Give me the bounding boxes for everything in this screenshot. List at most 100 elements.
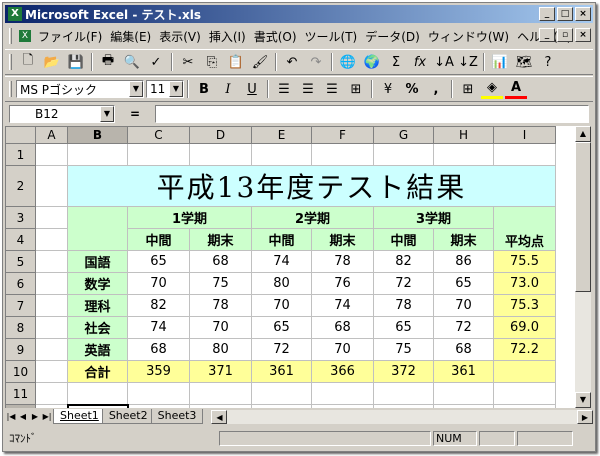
col-header-b[interactable]: B bbox=[67, 126, 128, 144]
scroll-right-icon[interactable]: ▶ bbox=[577, 409, 593, 424]
score-cell[interactable]: 70 bbox=[127, 272, 190, 295]
total-cell[interactable]: 372 bbox=[373, 360, 434, 383]
row-header[interactable]: 3 bbox=[5, 206, 36, 229]
tab-sheet1[interactable]: Sheet1 bbox=[53, 409, 106, 424]
score-cell[interactable]: 68 bbox=[127, 338, 190, 361]
menu-window[interactable]: ウィンドウ(W) bbox=[424, 28, 513, 45]
sort-asc-icon[interactable]: ↓A bbox=[433, 52, 455, 72]
italic-button[interactable]: I bbox=[217, 79, 239, 99]
col-header-c[interactable]: C bbox=[127, 126, 190, 144]
total-cell[interactable]: 359 bbox=[127, 360, 190, 383]
menu-edit[interactable]: 編集(E) bbox=[106, 28, 155, 45]
total-label-cell[interactable]: 合計 bbox=[67, 360, 128, 383]
exam-header[interactable]: 中間 bbox=[373, 228, 434, 251]
score-cell[interactable]: 82 bbox=[127, 294, 190, 317]
score-cell[interactable]: 72 bbox=[373, 272, 434, 295]
score-cell[interactable]: 70 bbox=[311, 338, 374, 361]
average-cell[interactable]: 69.0 bbox=[493, 316, 556, 339]
subject-cell[interactable]: 数学 bbox=[67, 272, 128, 295]
subject-cell[interactable]: 理科 bbox=[67, 294, 128, 317]
last-sheet-icon[interactable]: ▶| bbox=[41, 410, 53, 424]
total-cell[interactable]: 361 bbox=[433, 360, 494, 383]
average-cell[interactable]: 75.5 bbox=[493, 250, 556, 273]
average-cell[interactable]: 75.3 bbox=[493, 294, 556, 317]
open-icon[interactable]: 📂 bbox=[41, 52, 63, 72]
score-cell[interactable]: 75 bbox=[189, 272, 252, 295]
col-header-h[interactable]: H bbox=[433, 126, 494, 144]
currency-icon[interactable]: ¥ bbox=[377, 79, 399, 99]
score-cell[interactable]: 65 bbox=[373, 316, 434, 339]
maximize-button[interactable]: □ bbox=[557, 7, 573, 21]
doc-restore-button[interactable]: ▫ bbox=[557, 28, 573, 42]
spelling-icon[interactable]: ✓ bbox=[145, 52, 167, 72]
score-cell[interactable]: 80 bbox=[251, 272, 312, 295]
sheet-title[interactable]: 平成13年度テスト結果 bbox=[67, 165, 556, 207]
font-color-icon[interactable]: A bbox=[505, 79, 527, 99]
total-cell[interactable]: 366 bbox=[311, 360, 374, 383]
first-sheet-icon[interactable]: |◀ bbox=[5, 410, 17, 424]
score-cell[interactable]: 78 bbox=[373, 294, 434, 317]
tab-sheet2[interactable]: Sheet2 bbox=[101, 409, 155, 424]
exam-header[interactable]: 期末 bbox=[311, 228, 374, 251]
average-cell[interactable]: 72.2 bbox=[493, 338, 556, 361]
scroll-left-icon[interactable]: ◀ bbox=[211, 409, 228, 424]
cut-icon[interactable]: ✂ bbox=[177, 52, 199, 72]
help-icon[interactable]: ? bbox=[537, 52, 559, 72]
score-cell[interactable]: 74 bbox=[251, 250, 312, 273]
score-cell[interactable]: 78 bbox=[311, 250, 374, 273]
prev-sheet-icon[interactable]: ◀ bbox=[17, 410, 29, 424]
score-cell[interactable]: 86 bbox=[433, 250, 494, 273]
score-cell[interactable]: 74 bbox=[311, 294, 374, 317]
score-cell[interactable]: 82 bbox=[373, 250, 434, 273]
save-icon[interactable]: 💾 bbox=[65, 52, 87, 72]
horizontal-scrollbar[interactable]: ◀ ▶ bbox=[211, 409, 593, 424]
col-header-i[interactable]: I bbox=[493, 126, 556, 144]
doc-close-button[interactable]: × bbox=[575, 28, 591, 42]
score-cell[interactable]: 70 bbox=[251, 294, 312, 317]
score-cell[interactable]: 75 bbox=[373, 338, 434, 361]
menu-data[interactable]: データ(D) bbox=[361, 28, 424, 45]
total-cell[interactable]: 371 bbox=[189, 360, 252, 383]
minimize-button[interactable]: _ bbox=[539, 7, 555, 21]
align-left-icon[interactable]: ☰ bbox=[273, 79, 295, 99]
format-painter-icon[interactable]: 🖌 bbox=[249, 52, 271, 72]
score-cell[interactable]: 70 bbox=[433, 294, 494, 317]
menu-insert[interactable]: 挿入(I) bbox=[205, 28, 250, 45]
term-header[interactable]: 1学期 bbox=[127, 206, 252, 229]
tab-sheet3[interactable]: Sheet3 bbox=[150, 409, 204, 424]
select-all-button[interactable] bbox=[5, 126, 36, 144]
menu-view[interactable]: 表示(V) bbox=[155, 28, 205, 45]
score-cell[interactable]: 74 bbox=[127, 316, 190, 339]
doc-icon[interactable]: X bbox=[19, 30, 31, 42]
col-header-d[interactable]: D bbox=[189, 126, 252, 144]
exam-header[interactable]: 中間 bbox=[251, 228, 312, 251]
function-icon[interactable]: fx bbox=[409, 52, 431, 72]
underline-button[interactable]: U bbox=[241, 79, 263, 99]
scroll-thumb[interactable] bbox=[575, 142, 591, 292]
next-sheet-icon[interactable]: ▶ bbox=[29, 410, 41, 424]
align-right-icon[interactable]: ☰ bbox=[321, 79, 343, 99]
score-cell[interactable]: 78 bbox=[189, 294, 252, 317]
col-header-g[interactable]: G bbox=[373, 126, 434, 144]
score-cell[interactable]: 80 bbox=[189, 338, 252, 361]
copy-icon[interactable]: ⎘ bbox=[201, 52, 223, 72]
score-cell[interactable]: 68 bbox=[189, 250, 252, 273]
font-dropdown-icon[interactable]: ▼ bbox=[129, 81, 143, 97]
row-header[interactable]: 4 bbox=[5, 228, 36, 251]
exam-header[interactable]: 中間 bbox=[127, 228, 190, 251]
score-cell[interactable]: 65 bbox=[433, 272, 494, 295]
vertical-scrollbar[interactable]: ▲ ▼ bbox=[575, 126, 591, 408]
menu-format[interactable]: 書式(O) bbox=[250, 28, 301, 45]
row-header[interactable]: 5 bbox=[5, 250, 36, 273]
formula-input[interactable] bbox=[155, 105, 589, 123]
font-size-combo[interactable]: 11 ▼ bbox=[146, 80, 184, 98]
print-icon[interactable]: 🖶 bbox=[97, 52, 119, 72]
row-header[interactable]: 2 bbox=[5, 165, 36, 207]
average-header[interactable]: 平均点 bbox=[493, 206, 556, 251]
close-button[interactable]: × bbox=[575, 7, 591, 21]
bold-button[interactable]: B bbox=[193, 79, 215, 99]
redo-icon[interactable]: ↷ bbox=[305, 52, 327, 72]
percent-button[interactable]: % bbox=[401, 79, 423, 99]
score-cell[interactable]: 70 bbox=[189, 316, 252, 339]
term-header[interactable]: 3学期 bbox=[373, 206, 494, 229]
